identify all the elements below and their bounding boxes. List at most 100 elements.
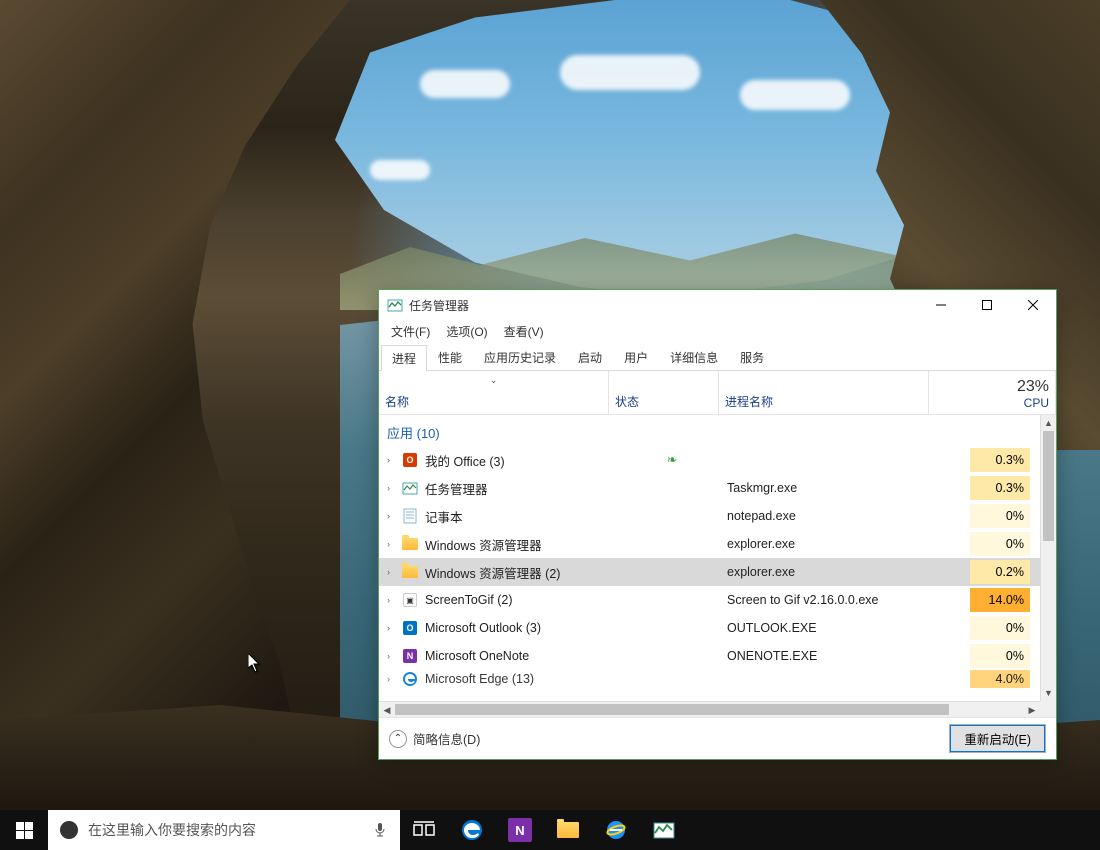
wallpaper-cloud <box>370 160 430 180</box>
scroll-right-button[interactable]: ▶ <box>1024 702 1040 717</box>
expand-icon[interactable]: › <box>387 595 401 605</box>
maximize-button[interactable] <box>964 290 1010 320</box>
process-cpu: 0% <box>937 644 1040 668</box>
process-list: 应用 (10) ›O我的 Office (3)❧0.3%›任务管理器Taskmg… <box>379 415 1056 717</box>
taskbar-app-edge[interactable] <box>448 810 496 850</box>
task-manager-window: 任务管理器 文件(F) 选项(O) 查看(V) 进程 性能 应用历史记录 启动 … <box>378 289 1057 760</box>
expand-icon[interactable]: › <box>387 483 401 493</box>
process-row[interactable]: › Windows 资源管理器 explorer.exe0% <box>379 530 1040 558</box>
titlebar[interactable]: 任务管理器 <box>379 290 1056 320</box>
scroll-thumb[interactable] <box>395 704 949 715</box>
tab-startup[interactable]: 启动 <box>567 344 613 370</box>
process-name: Microsoft Outlook (3) <box>425 621 617 635</box>
column-name[interactable]: ⌄ 名称 <box>379 371 609 414</box>
column-cpu[interactable]: 23% CPU <box>929 371 1056 414</box>
scroll-thumb[interactable] <box>1043 431 1054 541</box>
expand-icon[interactable]: › <box>387 674 401 684</box>
leaf-icon: ❧ <box>667 452 678 468</box>
taskbar-app-taskmgr[interactable] <box>640 810 688 850</box>
process-cpu: 14.0% <box>937 588 1040 612</box>
scroll-up-button[interactable]: ▲ <box>1041 415 1056 431</box>
taskbar: 在这里输入你要搜索的内容 N <box>0 810 1100 850</box>
tab-app-history[interactable]: 应用历史记录 <box>473 344 567 370</box>
horizontal-scrollbar[interactable]: ◀ ▶ <box>379 701 1040 717</box>
tab-performance[interactable]: 性能 <box>427 344 473 370</box>
column-name-label: 名称 <box>385 393 602 410</box>
taskbar-app-onenote[interactable]: N <box>496 810 544 850</box>
chevron-up-icon: ⌃ <box>389 730 407 748</box>
fewer-details-button[interactable]: ⌃ 简略信息(D) <box>389 729 480 748</box>
tab-users[interactable]: 用户 <box>613 344 659 370</box>
microphone-icon <box>372 822 388 838</box>
wallpaper-rock <box>0 0 350 810</box>
app-icon: O <box>401 620 419 636</box>
cpu-label: CPU <box>935 396 1049 410</box>
search-placeholder: 在这里输入你要搜索的内容 <box>88 820 362 840</box>
process-name: Microsoft OneNote <box>425 649 617 663</box>
process-row[interactable]: ›任务管理器Taskmgr.exe0.3% <box>379 474 1040 502</box>
process-name: 记事本 <box>425 507 617 526</box>
tab-strip: 进程 性能 应用历史记录 启动 用户 详细信息 服务 <box>379 342 1056 371</box>
app-icon: O <box>401 452 419 468</box>
restart-button[interactable]: 重新启动(E) <box>949 724 1046 753</box>
menu-file[interactable]: 文件(F) <box>383 321 438 342</box>
close-button[interactable] <box>1010 290 1056 320</box>
window-title: 任务管理器 <box>409 297 469 314</box>
mouse-cursor <box>248 653 262 673</box>
process-list-viewport[interactable]: 应用 (10) ›O我的 Office (3)❧0.3%›任务管理器Taskmg… <box>379 415 1040 701</box>
expand-icon[interactable]: › <box>387 567 401 577</box>
expand-icon[interactable]: › <box>387 651 401 661</box>
fewer-details-label: 简略信息(D) <box>413 729 480 748</box>
taskbar-app-explorer[interactable] <box>544 810 592 850</box>
process-name: 任务管理器 <box>425 479 617 498</box>
menubar: 文件(F) 选项(O) 查看(V) <box>379 320 1056 342</box>
window-controls <box>918 290 1056 320</box>
column-process-name[interactable]: 进程名称 <box>719 371 929 414</box>
process-cpu: 0% <box>937 532 1040 556</box>
taskbar-app-ie[interactable] <box>592 810 640 850</box>
task-view-button[interactable] <box>400 810 448 850</box>
wallpaper-cloud <box>420 70 510 98</box>
process-row[interactable]: ›O 我的 Office (3) ❧ 0.3% <box>379 446 1040 474</box>
sort-indicator-icon: ⌄ <box>490 375 498 386</box>
process-row[interactable]: ›OMicrosoft Outlook (3)OUTLOOK.EXE0% <box>379 614 1040 642</box>
scroll-left-button[interactable]: ◀ <box>379 702 395 717</box>
process-name: Windows 资源管理器 <box>425 535 617 554</box>
tab-processes[interactable]: 进程 <box>381 345 427 371</box>
start-button[interactable] <box>0 810 48 850</box>
expand-icon[interactable]: › <box>387 539 401 549</box>
expand-icon[interactable]: › <box>387 623 401 633</box>
scroll-down-button[interactable]: ▼ <box>1041 685 1056 701</box>
process-cpu: 0.3% <box>937 448 1040 472</box>
column-status[interactable]: 状态 <box>609 371 719 414</box>
process-exe: OUTLOOK.EXE <box>727 621 937 635</box>
menu-options[interactable]: 选项(O) <box>438 321 495 342</box>
process-row[interactable]: ›N Microsoft OneNote ONENOTE.EXE0% <box>379 642 1040 670</box>
tab-details[interactable]: 详细信息 <box>659 344 729 370</box>
process-name: 我的 Office (3) <box>425 451 617 470</box>
minimize-button[interactable] <box>918 290 964 320</box>
process-exe: explorer.exe <box>727 537 937 551</box>
process-name: ScreenToGif (2) <box>425 593 617 607</box>
process-exe: Taskmgr.exe <box>727 481 937 495</box>
tab-services[interactable]: 服务 <box>729 344 775 370</box>
process-row[interactable]: ›记事本notepad.exe0% <box>379 502 1040 530</box>
vertical-scrollbar[interactable]: ▲ ▼ <box>1040 415 1056 701</box>
process-cpu: 4.0% <box>937 670 1040 688</box>
taskmgr-icon <box>387 297 403 313</box>
process-exe: ONENOTE.EXE <box>727 649 937 663</box>
app-icon <box>401 480 419 496</box>
menu-view[interactable]: 查看(V) <box>496 321 552 342</box>
process-row[interactable]: ›▣ScreenToGif (2)Screen to Gif v2.16.0.0… <box>379 586 1040 614</box>
wallpaper-cloud <box>560 55 700 90</box>
app-icon <box>401 671 419 687</box>
process-row[interactable]: ›Microsoft Edge (13)4.0% <box>379 670 1040 688</box>
process-status: ❧ <box>617 452 727 468</box>
taskbar-search[interactable]: 在这里输入你要搜索的内容 <box>48 810 400 850</box>
window-footer: ⌃ 简略信息(D) 重新启动(E) <box>379 717 1056 759</box>
process-cpu: 0% <box>937 504 1040 528</box>
expand-icon[interactable]: › <box>387 511 401 521</box>
app-icon: N <box>401 648 419 664</box>
expand-icon[interactable]: › <box>387 455 401 465</box>
process-row[interactable]: ›Windows 资源管理器 (2)explorer.exe0.2% <box>379 558 1040 586</box>
